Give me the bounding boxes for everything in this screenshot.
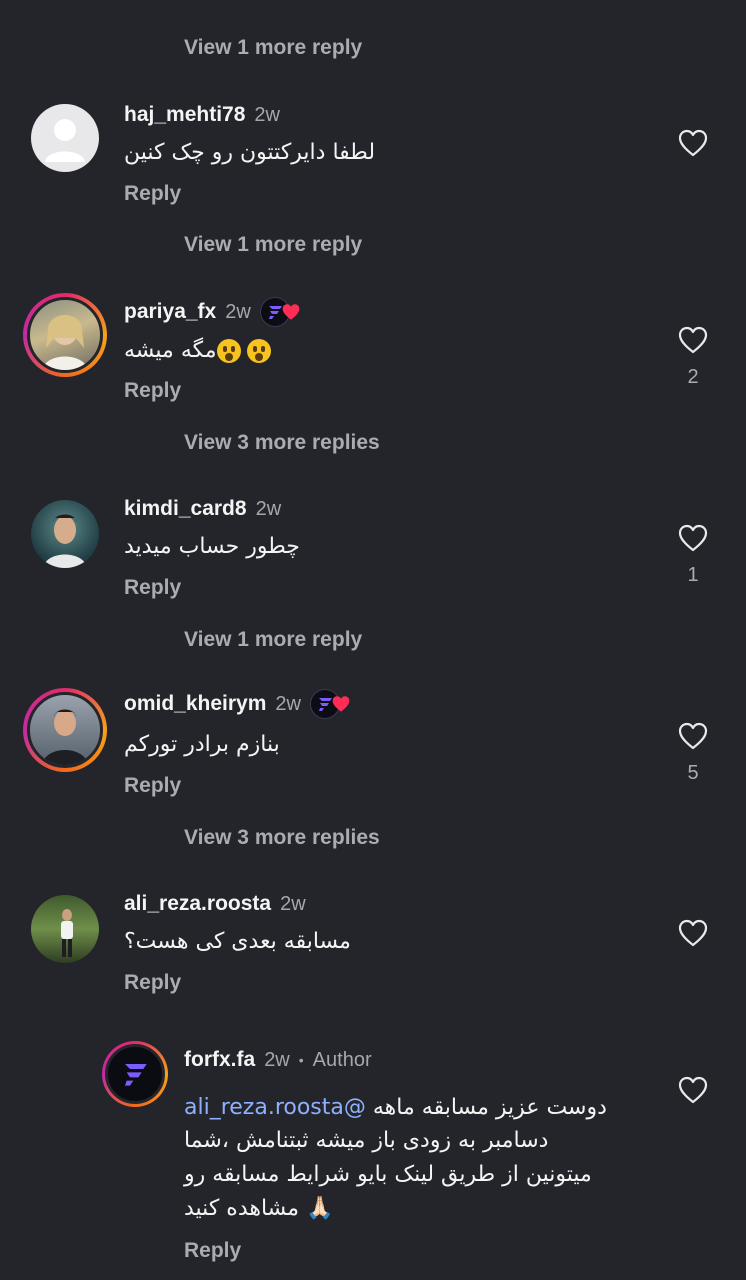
mention-link[interactable]: @ali_reza.roosta xyxy=(184,1095,366,1120)
heart-icon[interactable] xyxy=(678,326,708,354)
view-more-replies[interactable]: View 1 more reply xyxy=(184,628,362,652)
heart-icon xyxy=(282,304,300,320)
profile-photo xyxy=(42,315,88,370)
username[interactable]: forfx.fa xyxy=(184,1048,255,1072)
folded-hands-icon: 🙏🏻 xyxy=(306,1196,334,1221)
comment-text: چطور حساب میدید xyxy=(124,534,300,559)
reply-button[interactable]: Reply xyxy=(124,971,181,995)
comment-item: kimdi_card8 2w چطور حساب میدید Reply 1 xyxy=(0,494,746,624)
creator-badge xyxy=(259,297,304,327)
comment-text: مگه میشه xyxy=(124,338,271,363)
comment-item: haj_mehti78 2w لطفا دایرکتتون رو چک کنین… xyxy=(0,100,746,230)
astonished-emoji-icon xyxy=(216,339,241,363)
username[interactable]: ali_reza.roosta xyxy=(124,892,271,916)
profile-photo xyxy=(43,514,87,568)
reply-text-line: 🙏🏻 مشاهده کنید xyxy=(184,1196,334,1221)
reply-text: دوست عزیز مسابقه ماهه xyxy=(372,1095,607,1120)
comment-time: 2w xyxy=(255,497,282,520)
avatar[interactable] xyxy=(31,104,99,172)
author-reply: forfx.fa 2w • Author دوست عزیز مسابقه ما… xyxy=(0,1041,746,1275)
like-count: 1 xyxy=(687,564,699,586)
view-more-replies[interactable]: View 3 more replies xyxy=(184,826,380,850)
username[interactable]: pariya_fx xyxy=(124,300,216,324)
heart-icon[interactable] xyxy=(678,919,708,947)
author-tag: Author xyxy=(312,1048,372,1071)
profile-photo xyxy=(61,909,73,957)
comment-time: 2w xyxy=(254,103,280,126)
profile-photo xyxy=(42,709,88,765)
avatar xyxy=(27,692,103,768)
comment-text: لطفا دایرکتتون رو چک کنین xyxy=(124,140,376,165)
avatar xyxy=(105,1044,165,1104)
username[interactable]: kimdi_card8 xyxy=(124,497,247,521)
reply-text-line: میتونین از طریق لینک بایو شرایط مسابقه ر… xyxy=(184,1162,592,1187)
username[interactable]: haj_mehti78 xyxy=(124,103,245,127)
avatar-story-ring[interactable] xyxy=(23,293,107,377)
comment-text-body: مگه میشه xyxy=(124,338,217,363)
heart-icon[interactable] xyxy=(678,1076,708,1104)
like-count: 2 xyxy=(687,366,699,388)
comment-time: 2w xyxy=(264,1048,290,1071)
comment-text: مسابقه بعدی کی هست؟ xyxy=(124,929,351,954)
astonished-emoji-icon xyxy=(246,339,271,363)
reply-text-line: دسامبر به زودی باز میشه ثبتنامش ،شما xyxy=(184,1128,549,1153)
view-more-replies[interactable]: View 1 more reply xyxy=(184,233,362,257)
comment-item: pariya_fx 2w مگه میشه Reply 2 xyxy=(0,293,746,427)
comment-time: 2w xyxy=(275,692,301,715)
heart-icon[interactable] xyxy=(678,722,708,750)
heart-icon[interactable] xyxy=(678,524,708,552)
avatar xyxy=(27,297,103,373)
brand-logo-icon xyxy=(125,1064,147,1086)
username[interactable]: omid_kheirym xyxy=(124,692,266,716)
reply-text-line: دوست عزیز مسابقه ماهه @ali_reza.roosta xyxy=(184,1095,607,1120)
comment-text: بنازم برادر تورکم xyxy=(124,732,280,757)
view-more-replies[interactable]: View 1 more reply xyxy=(184,36,362,60)
heart-icon[interactable] xyxy=(678,129,708,157)
reply-button[interactable]: Reply xyxy=(124,379,181,403)
like-count: 5 xyxy=(687,762,699,784)
comment-time: 2w xyxy=(280,892,306,915)
avatar-story-ring[interactable] xyxy=(102,1041,168,1107)
default-avatar-icon xyxy=(45,119,85,162)
heart-icon xyxy=(332,696,350,712)
comment-item: ali_reza.roosta 2w مسابقه بعدی کی هست؟ R… xyxy=(0,889,746,1019)
comment-item: omid_kheirym 2w بنازم برادر تورکم Reply … xyxy=(0,688,746,822)
reply-button[interactable]: Reply xyxy=(124,576,181,600)
comment-time: 2w xyxy=(225,300,251,323)
reply-text: مشاهده کنید xyxy=(184,1196,300,1221)
reply-button[interactable]: Reply xyxy=(184,1239,241,1263)
reply-button[interactable]: Reply xyxy=(124,774,181,798)
avatar[interactable] xyxy=(31,500,99,568)
avatar-story-ring[interactable] xyxy=(23,688,107,772)
creator-badge xyxy=(309,689,354,719)
view-more-replies[interactable]: View 3 more replies xyxy=(184,431,380,455)
reply-button[interactable]: Reply xyxy=(124,182,181,206)
separator-dot: • xyxy=(298,1052,304,1068)
avatar[interactable] xyxy=(31,895,99,963)
